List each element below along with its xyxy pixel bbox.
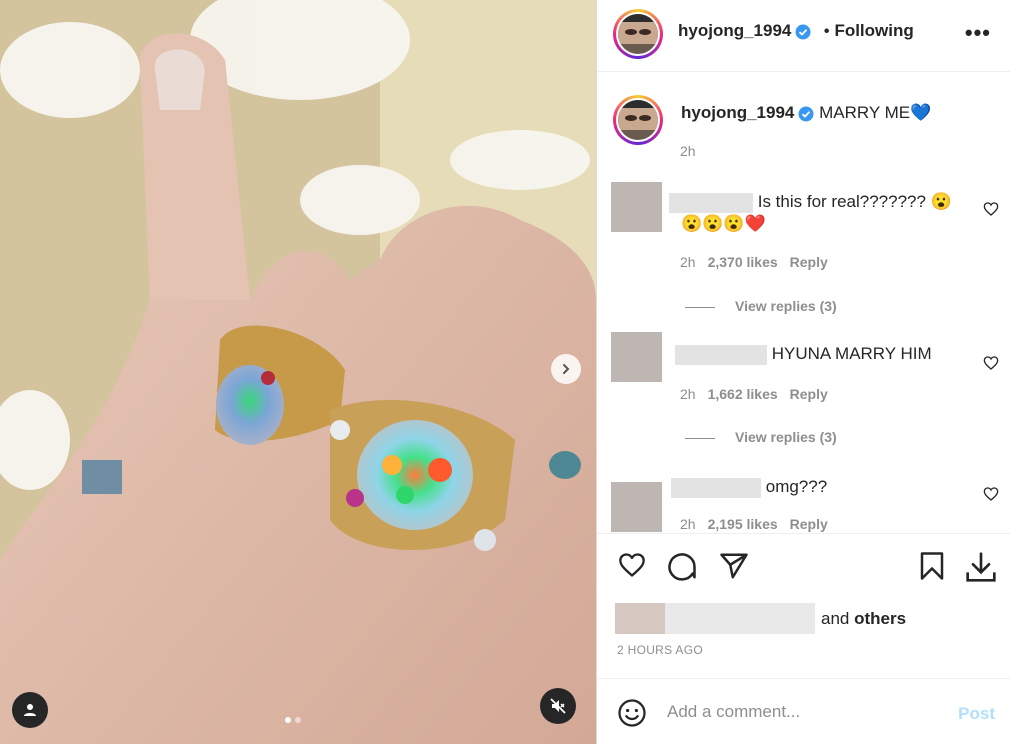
liked-by-redacted[interactable]: [715, 603, 765, 634]
comment-line: Is this for real??????? 😮: [669, 192, 952, 213]
liked-by-redacted[interactable]: [615, 603, 665, 634]
comment-username-redacted[interactable]: [671, 477, 761, 498]
comment-likes[interactable]: 1,662 likes: [708, 386, 778, 402]
comment-username-redacted[interactable]: [675, 344, 767, 365]
comment-avatar[interactable]: [611, 332, 662, 382]
author-avatar[interactable]: [613, 9, 663, 59]
author-username[interactable]: hyojong_1994: [678, 21, 791, 40]
comment-time[interactable]: 2h: [680, 386, 696, 402]
mute-button[interactable]: [540, 688, 576, 724]
post-details-panel: hyojong_1994 • Following ••• hyojong_1994…: [596, 0, 1010, 744]
comment-line: omg???: [671, 477, 827, 498]
carousel-dot-active: [285, 717, 291, 723]
reply-button[interactable]: Reply: [790, 516, 828, 532]
comment-likes[interactable]: 2,195 likes: [708, 516, 778, 532]
liked-by-text: and others: [821, 609, 906, 629]
action-bar: [597, 533, 1010, 593]
comment-input[interactable]: [667, 697, 937, 727]
caption-time[interactable]: 2h: [680, 143, 696, 159]
liked-by[interactable]: and others: [615, 603, 906, 634]
post-header: hyojong_1994 • Following •••: [597, 0, 1010, 72]
view-replies-button[interactable]: View replies (3): [685, 298, 837, 314]
post-photo: [0, 0, 596, 744]
comment-icon[interactable]: [667, 551, 697, 581]
mute-icon: [550, 698, 566, 714]
liked-by-redacted[interactable]: [665, 603, 715, 634]
comment-username-redacted[interactable]: [669, 192, 753, 213]
comment-likes[interactable]: 2,370 likes: [708, 254, 778, 270]
comment-meta: 2h 2,195 likes Reply: [680, 516, 828, 532]
post-media[interactable]: [0, 0, 596, 744]
comment-avatar[interactable]: [611, 182, 662, 232]
liked-by-redacted[interactable]: [765, 603, 815, 634]
add-comment-bar: Post: [597, 678, 1010, 744]
verified-badge-icon: [795, 24, 811, 40]
comment-text: HYUNA MARRY HIM: [771, 344, 932, 363]
view-replies-button[interactable]: View replies (3): [685, 429, 837, 445]
emoji-icon[interactable]: [617, 698, 647, 728]
comment-like-icon[interactable]: [983, 355, 999, 371]
download-icon[interactable]: [965, 551, 997, 583]
caption-username[interactable]: hyojong_1994: [681, 103, 794, 122]
carousel-dot: [295, 717, 301, 723]
comment-like-icon[interactable]: [983, 201, 999, 217]
view-replies-label: View replies (3): [735, 429, 837, 445]
liked-by-others[interactable]: others: [854, 609, 906, 628]
carousel-indicator: [285, 717, 301, 723]
next-photo-button[interactable]: [551, 354, 581, 384]
comment-text: omg???: [765, 477, 828, 496]
comment-text: Is this for real??????? 😮: [757, 192, 952, 211]
heart-icon[interactable]: [617, 551, 647, 579]
header-user-line: hyojong_1994 • Following: [678, 21, 914, 41]
comment-time[interactable]: 2h: [680, 254, 696, 270]
view-replies-label: View replies (3): [735, 298, 837, 314]
caption-line: hyojong_1994 MARRY ME💙: [681, 103, 931, 123]
view-replies-line: [685, 437, 715, 439]
caption-avatar[interactable]: [613, 95, 663, 145]
following-button[interactable]: Following: [834, 21, 913, 40]
comment-like-icon[interactable]: [983, 486, 999, 502]
liked-by-and: and: [821, 608, 850, 628]
post-comment-button[interactable]: Post: [958, 704, 995, 724]
tagged-people-button[interactable]: [12, 692, 48, 728]
comment-time[interactable]: 2h: [680, 516, 696, 532]
comment-text-second-line: 😮😮😮❤️: [681, 214, 766, 233]
avatar-image: [618, 100, 658, 140]
view-replies-line: [685, 306, 715, 308]
header-separator: •: [823, 23, 830, 40]
comment-avatar[interactable]: [611, 482, 662, 532]
share-icon[interactable]: [719, 551, 749, 581]
reply-button[interactable]: Reply: [790, 386, 828, 402]
comment-meta: 2h 1,662 likes Reply: [680, 386, 828, 402]
comment-line: HYUNA MARRY HIM: [675, 344, 932, 365]
person-tag-icon: [24, 704, 36, 716]
bookmark-icon[interactable]: [919, 551, 945, 581]
comment-meta: 2h 2,370 likes Reply: [680, 254, 828, 270]
verified-badge-icon: [798, 106, 814, 122]
next-arrow-icon: [563, 364, 570, 374]
comments-section[interactable]: hyojong_1994 MARRY ME💙 2h Is this for re…: [597, 73, 1010, 533]
more-options-button[interactable]: •••: [965, 20, 991, 46]
post-timestamp[interactable]: 2 HOURS AGO: [617, 643, 703, 657]
avatar-image: [618, 14, 658, 54]
reply-button[interactable]: Reply: [790, 254, 828, 270]
caption-text: MARRY ME💙: [819, 103, 932, 122]
